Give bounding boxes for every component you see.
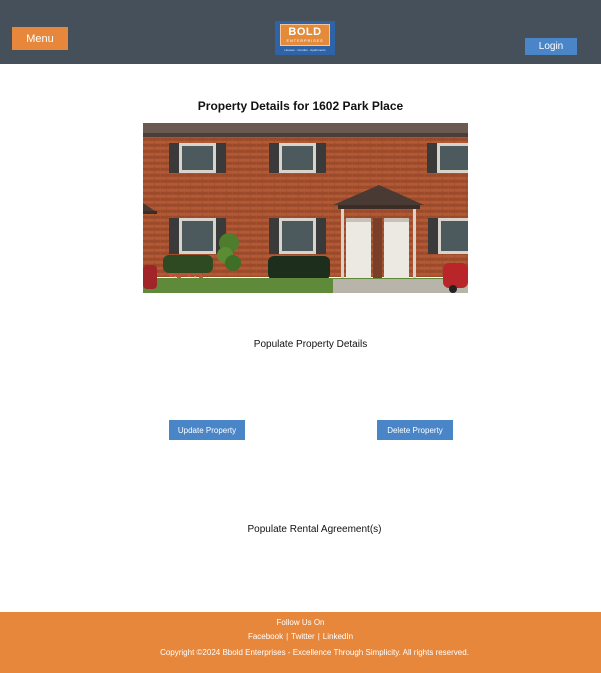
delete-property-button[interactable]: Delete Property [377, 420, 453, 440]
follow-us-label: Follow Us On [276, 618, 325, 627]
page-title: Property Details for 1602 Park Place [197, 99, 404, 113]
logo-word: BOLD [288, 26, 322, 38]
company-logo[interactable]: BOLD ENTERPRISES Houses · Condos · Apart… [275, 21, 335, 55]
property-photo [143, 123, 468, 293]
update-property-button[interactable]: Update Property [169, 420, 245, 440]
copyright-text: Copyright ©2024 Bbold Enterprises - Exce… [160, 648, 469, 657]
property-details-placeholder: Populate Property Details [253, 339, 368, 350]
header-bar: Menu BOLD ENTERPRISES Houses · Condos · … [0, 0, 601, 64]
social-links: Facebook | Twitter | LinkedIn [0, 632, 601, 641]
link-separator: | [317, 632, 320, 641]
link-separator: | [286, 632, 289, 641]
twitter-link[interactable]: Twitter [291, 632, 315, 641]
login-button[interactable]: Login [525, 38, 577, 55]
footer-bar: Follow Us On Facebook | Twitter | LinkedIn C… [0, 612, 601, 673]
menu-button[interactable]: Menu [12, 27, 68, 50]
linkedin-link[interactable]: LinkedIn [323, 632, 353, 641]
rental-agreement-placeholder: Populate Rental Agreement(s) [247, 524, 382, 535]
house-illustration [143, 123, 468, 293]
facebook-link[interactable]: Facebook [248, 632, 283, 641]
logo-plate: BOLD ENTERPRISES [280, 24, 330, 46]
logo-subtitle: ENTERPRISES [286, 38, 324, 43]
logo-tagline: Houses · Condos · Apartments [284, 48, 326, 52]
